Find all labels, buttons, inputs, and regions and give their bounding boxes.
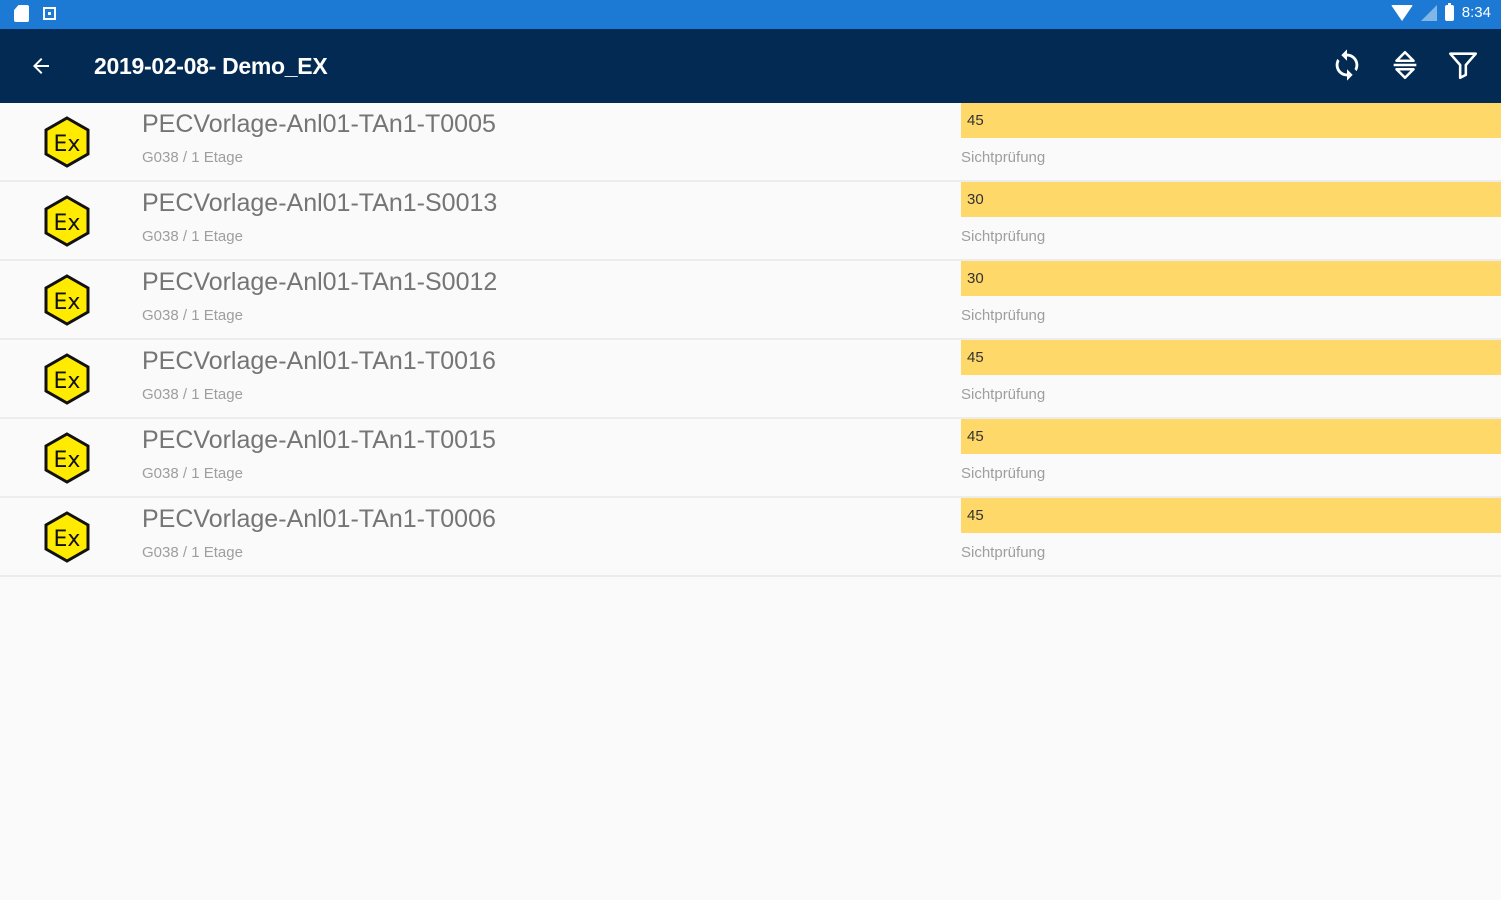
list-item[interactable]: Ex PECVorlage-Anl01-TAn1-T0016 G038 / 1 …: [0, 340, 1501, 419]
interval-bar: 45: [961, 103, 1501, 138]
svg-text:Ex: Ex: [54, 132, 81, 157]
item-name: PECVorlage-Anl01-TAn1-S0012: [142, 268, 498, 296]
ex-hazard-icon: Ex: [44, 432, 90, 484]
item-location: G038 / 1 Etage: [142, 307, 243, 324]
sort-button[interactable]: [1385, 45, 1425, 85]
wifi-icon: [1390, 4, 1413, 21]
page-title: 2019-02-08- Demo_EX: [94, 53, 328, 79]
status-bar: 8:34: [0, 0, 1501, 29]
ex-hazard-icon: Ex: [44, 195, 90, 247]
interval-value: 30: [967, 191, 984, 208]
item-location: G038 / 1 Etage: [142, 149, 243, 166]
item-name: PECVorlage-Anl01-TAn1-T0015: [142, 426, 496, 454]
sync-button[interactable]: [1327, 45, 1367, 85]
cell-signal-icon: [1420, 4, 1437, 21]
item-name: PECVorlage-Anl01-TAn1-T0005: [142, 110, 496, 138]
svg-text:Ex: Ex: [54, 448, 81, 473]
inspection-list: Ex PECVorlage-Anl01-TAn1-T0005 G038 / 1 …: [0, 103, 1501, 577]
ex-hazard-icon: Ex: [44, 116, 90, 168]
interval-bar: 45: [961, 340, 1501, 375]
notification-doc-icon: [14, 5, 29, 22]
sync-icon: [1335, 49, 1359, 81]
battery-icon: [1444, 2, 1454, 21]
item-name: PECVorlage-Anl01-TAn1-S0013: [142, 189, 498, 217]
ex-hazard-icon: Ex: [44, 274, 90, 326]
status-time: 8:34: [1461, 4, 1491, 21]
svg-text:Ex: Ex: [54, 211, 81, 236]
notification-square-icon: [43, 7, 56, 20]
sort-icon: [1393, 50, 1417, 80]
interval-value: 45: [967, 507, 984, 524]
interval-bar: 30: [961, 182, 1501, 217]
list-item[interactable]: Ex PECVorlage-Anl01-TAn1-T0005 G038 / 1 …: [0, 103, 1501, 182]
app-bar-actions: [1327, 45, 1483, 85]
check-type: Sichtprüfung: [961, 307, 1046, 324]
svg-text:Ex: Ex: [54, 527, 81, 552]
check-type: Sichtprüfung: [961, 465, 1046, 482]
list-item[interactable]: Ex PECVorlage-Anl01-TAn1-S0012 G038 / 1 …: [0, 261, 1501, 340]
check-type: Sichtprüfung: [961, 544, 1046, 561]
interval-value: 45: [967, 112, 984, 129]
back-button[interactable]: [22, 47, 60, 85]
check-type: Sichtprüfung: [961, 386, 1046, 403]
list-item[interactable]: Ex PECVorlage-Anl01-TAn1-T0015 G038 / 1 …: [0, 419, 1501, 498]
item-location: G038 / 1 Etage: [142, 386, 243, 403]
svg-text:Ex: Ex: [54, 290, 81, 315]
svg-text:Ex: Ex: [54, 369, 81, 394]
list-item[interactable]: Ex PECVorlage-Anl01-TAn1-S0013 G038 / 1 …: [0, 182, 1501, 261]
interval-bar: 45: [961, 498, 1501, 533]
filter-icon: [1448, 52, 1478, 80]
app-bar: 2019-02-08- Demo_EX: [0, 29, 1501, 103]
interval-value: 45: [967, 349, 984, 366]
check-type: Sichtprüfung: [961, 228, 1046, 245]
interval-bar: 45: [961, 419, 1501, 454]
item-location: G038 / 1 Etage: [142, 465, 243, 482]
list-item[interactable]: Ex PECVorlage-Anl01-TAn1-T0006 G038 / 1 …: [0, 498, 1501, 577]
item-location: G038 / 1 Etage: [142, 544, 243, 561]
status-system: 8:34: [1390, 2, 1491, 21]
arrow-left-icon: [33, 58, 49, 74]
interval-value: 45: [967, 428, 984, 445]
interval-bar: 30: [961, 261, 1501, 296]
check-type: Sichtprüfung: [961, 149, 1046, 166]
item-location: G038 / 1 Etage: [142, 228, 243, 245]
filter-button[interactable]: [1443, 45, 1483, 85]
ex-hazard-icon: Ex: [44, 353, 90, 405]
interval-value: 30: [967, 270, 984, 287]
status-notifications: [14, 5, 56, 22]
ex-hazard-icon: Ex: [44, 511, 90, 563]
item-name: PECVorlage-Anl01-TAn1-T0016: [142, 347, 496, 375]
item-name: PECVorlage-Anl01-TAn1-T0006: [142, 505, 496, 533]
